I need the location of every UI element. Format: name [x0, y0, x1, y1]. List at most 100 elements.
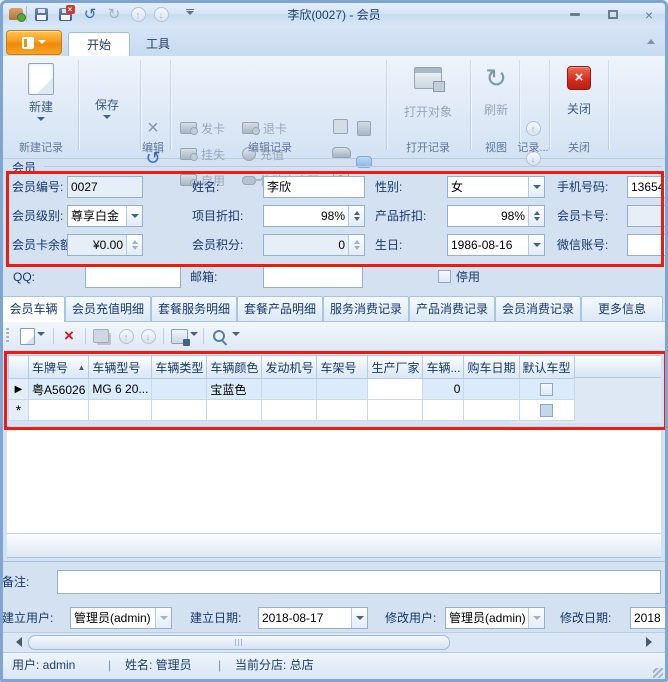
- col-frame-no[interactable]: 车架号: [317, 356, 368, 379]
- col-model[interactable]: 车辆型号: [89, 356, 152, 379]
- col-manufacturer[interactable]: 生产厂家: [368, 356, 423, 379]
- tab-service-consumption[interactable]: 服务消费记录: [323, 296, 409, 321]
- grid-search-icon[interactable]: [209, 326, 229, 346]
- cell-count[interactable]: 0: [423, 379, 464, 400]
- col-type[interactable]: 车辆类型: [152, 356, 207, 379]
- col-plate[interactable]: 车牌号▲: [29, 356, 89, 379]
- cell-type[interactable]: [152, 379, 207, 400]
- cell-empty[interactable]: [317, 400, 368, 421]
- email-field[interactable]: [263, 266, 363, 288]
- cell-model[interactable]: MG 6 20...: [89, 379, 152, 400]
- horizontal-scrollbar[interactable]: [3, 632, 665, 652]
- cell-empty[interactable]: [152, 400, 207, 421]
- grid-export-icon[interactable]: [169, 326, 189, 346]
- birthday-picker[interactable]: 1986-08-16: [447, 234, 545, 256]
- cell-default-model-new[interactable]: [519, 400, 574, 421]
- table-row-selected[interactable]: ▶ 粤A56026 MG 6 20... 宝蓝色 0: [9, 379, 575, 400]
- name-field[interactable]: 李欣: [263, 176, 365, 198]
- chevron-down-icon[interactable]: [528, 177, 544, 197]
- disabled-checkbox[interactable]: [438, 270, 451, 283]
- ribbon-tab-tools[interactable]: 工具: [128, 32, 188, 56]
- col-vehicle-truncated[interactable]: 车辆...: [423, 356, 464, 379]
- modified-by-field[interactable]: 管理员(admin): [445, 607, 545, 629]
- cell-empty[interactable]: [423, 400, 464, 421]
- scroll-left-icon[interactable]: [11, 637, 22, 647]
- grid-move-up-icon[interactable]: ↑: [116, 326, 136, 346]
- ribbon-tab-start[interactable]: 开始: [68, 32, 130, 57]
- card-doc-button[interactable]: [333, 116, 348, 136]
- cell-plate[interactable]: 粤A56026: [29, 379, 89, 400]
- product-discount-spinner[interactable]: 98%: [447, 205, 545, 227]
- row-selector-header[interactable]: [9, 356, 29, 379]
- col-purchase-date[interactable]: 购车日期: [464, 356, 519, 379]
- col-engine-no[interactable]: 发动机号: [262, 356, 317, 379]
- modified-date-picker[interactable]: 2018: [630, 607, 668, 629]
- cell-empty[interactable]: [464, 400, 519, 421]
- tab-product-consumption[interactable]: 产品消费记录: [409, 296, 495, 321]
- level-select[interactable]: 尊享白金: [67, 205, 143, 227]
- cell-engine-no[interactable]: [262, 379, 317, 400]
- col-color[interactable]: 车辆颜色: [207, 356, 262, 379]
- maximize-button[interactable]: [600, 7, 626, 22]
- grid-new-row-icon[interactable]: [17, 326, 37, 346]
- delete-record-icon[interactable]: ×: [143, 118, 163, 138]
- grid-more-dropdown-icon[interactable]: [231, 326, 241, 346]
- grid-copy-icon[interactable]: [91, 326, 111, 346]
- cell-manufacturer[interactable]: [368, 379, 423, 400]
- tab-more-info[interactable]: 更多信息: [581, 296, 663, 321]
- return-card-button[interactable]: 退卡: [242, 118, 287, 138]
- message-button[interactable]: [356, 152, 372, 172]
- created-date-picker[interactable]: 2018-08-17: [258, 607, 368, 629]
- tab-recharge-details[interactable]: 会员充值明细: [65, 296, 151, 321]
- cell-empty[interactable]: [89, 400, 152, 421]
- item-discount-spinner[interactable]: 98%: [263, 205, 365, 227]
- cell-empty[interactable]: [207, 400, 262, 421]
- refresh-button[interactable]: ↻ 刷新: [474, 59, 518, 151]
- cell-default-model[interactable]: [519, 379, 574, 400]
- spinner-buttons[interactable]: [348, 206, 364, 226]
- member-no-field[interactable]: 0027: [67, 176, 143, 198]
- cell-empty[interactable]: [262, 400, 317, 421]
- tab-package-product-details[interactable]: 套餐产品明细: [237, 296, 323, 321]
- app-menu-button[interactable]: [6, 30, 62, 55]
- phone-field[interactable]: 13654: [627, 176, 668, 198]
- chevron-down-icon[interactable]: [126, 206, 142, 226]
- cell-color[interactable]: 宝蓝色: [207, 379, 262, 400]
- col-default-model[interactable]: 默认车型: [519, 356, 574, 379]
- minimize-button[interactable]: [562, 7, 588, 22]
- notes-field[interactable]: [57, 570, 661, 594]
- balance-spinner[interactable]: ¥0.00: [67, 234, 143, 256]
- cell-empty[interactable]: [368, 400, 423, 421]
- created-by-field[interactable]: 管理员(admin): [70, 607, 172, 629]
- collapse-ribbon-icon[interactable]: [647, 38, 656, 44]
- issue-card-button[interactable]: 发卡: [180, 118, 225, 138]
- record-up-icon[interactable]: ↑: [523, 118, 543, 138]
- grid-delete-icon[interactable]: ×: [59, 326, 79, 346]
- spinner-buttons[interactable]: [528, 206, 544, 226]
- tab-member-consumption[interactable]: 会员消费记录: [495, 296, 581, 321]
- card-no-field[interactable]: [627, 205, 668, 227]
- close-button[interactable]: × 关闭: [554, 59, 604, 151]
- gender-select[interactable]: 女: [447, 176, 545, 198]
- phone-button[interactable]: [357, 118, 371, 138]
- qq-field[interactable]: [85, 266, 181, 288]
- chevron-down-icon[interactable]: [528, 235, 544, 255]
- resize-grip[interactable]: [653, 668, 663, 678]
- new-button[interactable]: 新建: [12, 59, 70, 151]
- grid-move-down-icon[interactable]: ↓: [138, 326, 158, 346]
- close-window-button[interactable]: ×: [636, 7, 662, 22]
- cell-purchase-date[interactable]: [464, 379, 519, 400]
- save-button[interactable]: 保存: [82, 59, 132, 151]
- points-spinner[interactable]: 0: [263, 234, 365, 256]
- table-row-new[interactable]: *: [9, 400, 575, 421]
- grid-export-dropdown-icon[interactable]: [189, 326, 199, 346]
- tab-member-vehicles[interactable]: 会员车辆: [2, 296, 65, 322]
- cell-frame-no[interactable]: [317, 379, 368, 400]
- tab-package-service-details[interactable]: 套餐服务明细: [151, 296, 237, 321]
- wechat-field[interactable]: [627, 234, 668, 256]
- open-object-button[interactable]: 打开对象: [392, 59, 464, 151]
- chevron-down-icon[interactable]: [351, 608, 367, 628]
- scroll-right-icon[interactable]: [646, 637, 657, 647]
- scrollbar-thumb[interactable]: [28, 635, 450, 650]
- cell-empty[interactable]: [29, 400, 89, 421]
